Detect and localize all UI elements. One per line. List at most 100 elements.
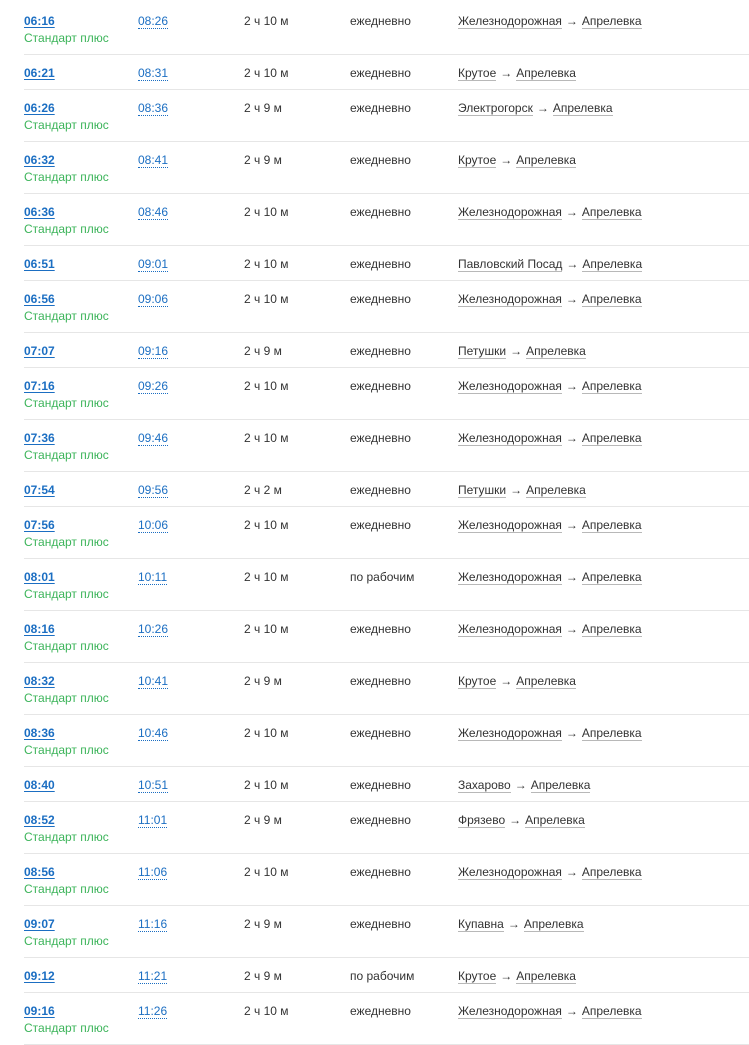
origin-station-link[interactable]: Крутое — [458, 969, 497, 984]
departure-time-link[interactable]: 06:16 — [24, 14, 55, 28]
route-arrow-icon: → — [507, 917, 520, 931]
departure-time-link[interactable]: 09:12 — [24, 969, 55, 983]
departure-time-link[interactable]: 08:52 — [24, 813, 55, 827]
departure-time-link[interactable]: 08:40 — [24, 778, 55, 792]
origin-station-link[interactable]: Крутое — [458, 153, 497, 168]
departure-time-link[interactable]: 07:36 — [24, 431, 55, 445]
destination-station-link[interactable]: Апрелевка — [581, 865, 642, 880]
arrival-time-link[interactable]: 10:26 — [138, 622, 169, 637]
arrival-time-link[interactable]: 09:56 — [138, 483, 169, 498]
arrival-time-link[interactable]: 09:26 — [138, 379, 169, 394]
destination-station-link[interactable]: Апрелевка — [581, 622, 642, 637]
departure-time-link[interactable]: 07:16 — [24, 379, 55, 393]
arrival-time-link[interactable]: 08:41 — [138, 153, 169, 168]
arrival-time-link[interactable]: 11:06 — [138, 865, 168, 880]
destination-station-link[interactable]: Апрелевка — [526, 483, 586, 498]
departure-time-link[interactable]: 06:21 — [24, 66, 55, 80]
arrival-time-link[interactable]: 10:46 — [138, 726, 169, 741]
origin-station-link[interactable]: Железнодорожная — [458, 570, 562, 585]
departure-time-link[interactable]: 07:07 — [24, 344, 55, 358]
route: Петушки → Апрелевка — [458, 344, 586, 359]
arrival-time-link[interactable]: 11:21 — [138, 969, 168, 984]
arrival-time-link[interactable]: 10:11 — [138, 570, 168, 585]
arrival-time-link[interactable]: 09:16 — [138, 344, 169, 359]
arrival-time-link[interactable]: 11:16 — [138, 917, 168, 932]
arrival-time-link[interactable]: 11:26 — [138, 1004, 168, 1019]
origin-station-link[interactable]: Железнодорожная — [458, 622, 562, 637]
destination-station-link[interactable]: Апрелевка — [581, 1004, 642, 1019]
origin-station-link[interactable]: Железнодорожная — [458, 865, 562, 880]
destination-station-link[interactable]: Апрелевка — [581, 431, 642, 446]
arrival-time-link[interactable]: 08:36 — [138, 101, 169, 116]
origin-station-link[interactable]: Железнодорожная — [458, 14, 562, 29]
departure-time-link[interactable]: 06:56 — [24, 292, 55, 306]
departure-time-link[interactable]: 08:56 — [24, 865, 55, 879]
origin-station-link[interactable]: Захарово — [458, 778, 511, 793]
destination-station-link[interactable]: Апрелевка — [530, 778, 591, 793]
departure-time-link[interactable]: 06:51 — [24, 257, 55, 271]
schedule-row: 06:21 08:31 2 ч 10 м ежедневно Крутое → Апреле… — [24, 55, 749, 90]
destination-station-link[interactable]: Апрелевка — [525, 813, 585, 828]
destination-station-link[interactable]: Апрелевка — [581, 518, 642, 533]
arrival-time-link[interactable]: 10:06 — [138, 518, 169, 533]
origin-station-link[interactable]: Крутое — [458, 66, 497, 81]
route: Железнодорожная → Апрелевка — [458, 570, 642, 585]
arrival-time-link[interactable]: 08:31 — [138, 66, 169, 81]
departure-time-link[interactable]: 07:56 — [24, 518, 55, 532]
departure-time-link[interactable]: 08:32 — [24, 674, 55, 688]
travel-duration: 2 ч 9 м — [244, 153, 282, 167]
origin-station-link[interactable]: Железнодорожная — [458, 1004, 562, 1019]
run-days: ежедневно — [350, 257, 411, 271]
origin-station-link[interactable]: Железнодорожная — [458, 379, 562, 394]
destination-station-link[interactable]: Апрелевка — [581, 205, 642, 220]
origin-station-link[interactable]: Павловский Посад — [458, 257, 563, 272]
departure-time-link[interactable]: 08:16 — [24, 622, 55, 636]
origin-station-link[interactable]: Железнодорожная — [458, 205, 562, 220]
origin-station-link[interactable]: Петушки — [458, 344, 507, 359]
origin-station-link[interactable]: Железнодорожная — [458, 431, 562, 446]
route: Железнодорожная → Апрелевка — [458, 292, 642, 307]
origin-station-link[interactable]: Железнодорожная — [458, 726, 562, 741]
arrival-time-link[interactable]: 09:06 — [138, 292, 169, 307]
origin-station-link[interactable]: Купавна — [458, 917, 504, 932]
arrival-time-link[interactable]: 08:26 — [138, 14, 169, 29]
origin-station-link[interactable]: Фрязево — [458, 813, 506, 828]
run-days: ежедневно — [350, 344, 411, 358]
departure-time-link[interactable]: 09:16 — [24, 1004, 55, 1018]
destination-station-link[interactable]: Апрелевка — [516, 969, 576, 984]
destination-station-link[interactable]: Апрелевка — [581, 726, 642, 741]
arrival-time-link[interactable]: 11:01 — [138, 813, 168, 828]
departure-time-link[interactable]: 07:54 — [24, 483, 55, 497]
origin-station-link[interactable]: Железнодорожная — [458, 518, 562, 533]
origin-station-link[interactable]: Петушки — [458, 483, 507, 498]
destination-station-link[interactable]: Апрелевка — [526, 344, 586, 359]
arrival-time-link[interactable]: 10:51 — [138, 778, 169, 793]
destination-station-link[interactable]: Апрелевка — [552, 101, 613, 116]
arrival-time-link[interactable]: 08:46 — [138, 205, 169, 220]
departure-time-link[interactable]: 08:01 — [24, 570, 55, 584]
destination-station-link[interactable]: Апрелевка — [516, 674, 576, 689]
departure-time-link[interactable]: 09:07 — [24, 917, 55, 931]
travel-duration: 2 ч 10 м — [244, 778, 289, 792]
destination-station-link[interactable]: Апрелевка — [581, 292, 642, 307]
departure-time-link[interactable]: 06:36 — [24, 205, 55, 219]
destination-station-link[interactable]: Апрелевка — [581, 570, 642, 585]
travel-duration: 2 ч 10 м — [244, 865, 289, 879]
departure-time-link[interactable]: 06:26 — [24, 101, 55, 115]
destination-station-link[interactable]: Апрелевка — [581, 379, 642, 394]
destination-station-link[interactable]: Апрелевка — [516, 153, 576, 168]
arrival-time-link[interactable]: 09:01 — [138, 257, 169, 272]
train-type-label: Стандарт плюс — [24, 222, 109, 236]
departure-time-link[interactable]: 08:36 — [24, 726, 55, 740]
destination-station-link[interactable]: Апрелевка — [581, 14, 642, 29]
destination-station-link[interactable]: Апрелевка — [516, 66, 576, 81]
destination-station-link[interactable]: Апрелевка — [523, 917, 584, 932]
origin-station-link[interactable]: Электрогорск — [458, 101, 533, 116]
route: Железнодорожная → Апрелевка — [458, 1004, 642, 1019]
departure-time-link[interactable]: 06:32 — [24, 153, 55, 167]
arrival-time-link[interactable]: 09:46 — [138, 431, 169, 446]
arrival-time-link[interactable]: 10:41 — [138, 674, 169, 689]
origin-station-link[interactable]: Железнодорожная — [458, 292, 562, 307]
destination-station-link[interactable]: Апрелевка — [582, 257, 643, 272]
origin-station-link[interactable]: Крутое — [458, 674, 497, 689]
